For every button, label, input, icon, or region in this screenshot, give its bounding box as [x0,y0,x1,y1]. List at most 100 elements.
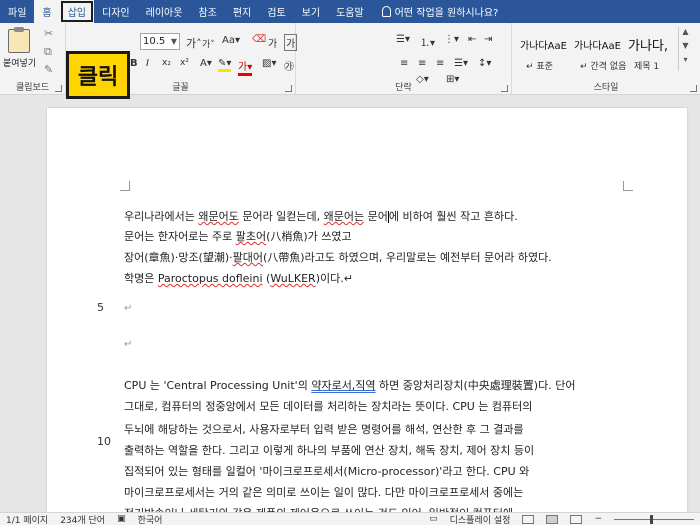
font-size-select[interactable]: 10.5 ▼ [140,33,180,50]
styles-group-label: 스타일 [593,83,619,93]
zoom-slider[interactable] [614,514,694,524]
document-line[interactable]: 문어는 한자어로는 주로 팔초어(八梢魚)가 쓰였고 [124,228,352,244]
paste-icon[interactable] [8,27,30,53]
chevron-up-icon[interactable]: ▲ [679,27,692,41]
styles-scroll[interactable]: ▲ ▼ ▾ [678,27,692,71]
paragraph-launcher-icon[interactable] [501,85,508,92]
document-line[interactable]: 우리나라에서는 왜문어도 문어라 일컫는데, 왜문어는 문어에 비하여 훨씬 작… [124,208,518,224]
line-number-10: 10 [97,435,111,448]
word-count[interactable]: 234개 단어 [54,513,111,525]
page-count[interactable]: 1/1 페이지 [0,513,54,525]
paste-button-label[interactable]: 붙여넣기 [3,56,36,69]
paragraph-group-label: 단락 [395,83,412,93]
document-line[interactable]: 학명은 Paroctopus dofleini (WuLKER)이다.↵ [124,270,353,286]
copy-icon[interactable]: ⧉ [44,45,52,59]
zoom-thumb[interactable] [650,514,653,524]
clipboard-launcher-icon[interactable] [55,85,62,92]
highlight-icon[interactable]: ✎▾ [218,58,232,72]
margin-corner-top-left [120,181,130,191]
tab-help[interactable]: 도움말 [328,0,372,23]
spelling-error-text: 왜문어는 [323,210,365,223]
format-painter-icon[interactable]: ✎ [44,63,53,76]
tab-references[interactable]: 참조 [190,0,224,23]
shrink-font-icon[interactable]: 가˅ [202,37,215,50]
document-line[interactable]: 출력하는 역할을 한다. 그리고 이렇게 하나의 부품에 연산 장치, 해독 장… [124,442,534,458]
decrease-indent-icon[interactable]: ⇤ [468,34,476,45]
document-text: (八帶魚)라고도 하였으며, 우리말로는 예전부터 문어라 하였다. [263,251,552,264]
bullets-icon[interactable]: ☰▾ [396,34,410,45]
print-layout-icon[interactable] [546,514,559,524]
style-no-spacing[interactable]: 가나다AaE ↵ 간격 없음 [574,29,628,79]
tab-view[interactable]: 보기 [294,0,328,23]
chevron-down-icon[interactable]: ▼ [679,41,692,55]
justify-icon[interactable]: ☰▾ [454,58,468,69]
tell-me-box[interactable]: 어떤 작업을 원하시나요? [372,0,499,23]
web-layout-icon[interactable] [570,514,583,524]
numbering-icon[interactable]: ⒈▾ [420,34,435,49]
language[interactable]: 한국어 [132,513,169,525]
document-text: 마이크로프로세서는 거의 같은 의미로 쓰이는 일이 많다. 다만 마이크로프로… [124,486,524,499]
paragraph-mark: ↵ [124,303,133,314]
document-line[interactable]: 두뇌에 해당하는 것으로서, 사용자로부터 입력 받은 명령어를 해석, 연산한… [124,421,524,437]
clear-format-icon[interactable]: ⌫ [252,34,266,45]
document-line[interactable]: 장어(章魚)·망조(望潮)·팔대어(八帶魚)라고도 하였으며, 우리말로는 예전… [124,249,552,265]
tab-file[interactable]: 파일 [0,0,34,23]
multilevel-icon[interactable]: ⋮▾ [444,34,459,45]
superscript-icon[interactable]: x² [180,58,189,68]
document-page[interactable]: 우리나라에서는 왜문어도 문어라 일컫는데, 왜문어는 문어에 비하여 훨씬 작… [47,108,687,512]
align-left-icon[interactable]: ≡ [400,58,408,69]
tab-layout[interactable]: 레이아웃 [138,0,191,23]
document-text: 문어는 한자어로는 주로 [124,230,236,243]
font-launcher-icon[interactable] [285,85,292,92]
align-right-icon[interactable]: ≡ [436,58,444,69]
text-effects-icon[interactable]: A▾ [200,58,212,69]
style-normal-sample: 가나다AaE [520,41,567,52]
document-line[interactable]: ↵ [124,303,132,314]
enclose-char-icon[interactable]: ㉮ [284,58,294,73]
spelling-error-text: 왜문어도 [198,210,239,223]
document-line[interactable]: ↵ [124,339,132,350]
tab-review[interactable]: 검토 [259,0,293,23]
tab-insert[interactable]: 삽입 [59,0,95,23]
subscript-icon[interactable]: x₂ [162,58,171,68]
phonetic-icon[interactable]: 가 [268,35,277,50]
tab-design[interactable]: 디자인 [94,0,138,23]
cut-icon[interactable]: ✂ [44,27,53,40]
read-mode-icon[interactable] [522,514,535,524]
document-line[interactable]: 마이크로프로세서는 거의 같은 의미로 쓰이는 일이 많다. 다만 마이크로프로… [124,484,523,500]
ribbon-tab-bar: 파일 홈 삽입 디자인 레이아웃 참조 편지 검토 보기 도움말 어떤 작업을 … [0,0,700,23]
increase-indent-icon[interactable]: ⇥ [484,34,492,45]
document-text: 문어라 일컫는데, [238,210,324,223]
italic-icon[interactable]: I [146,58,149,69]
document-line[interactable]: CPU 는 'Central Processing Unit'의 약자로서,직역… [124,377,575,393]
style-normal[interactable]: 가나다AaE ↵ 표준 [520,29,574,79]
change-case-icon[interactable]: Aa▾ [222,35,240,46]
align-center-icon[interactable]: ≡ [418,58,426,69]
spelling-error-text: 팔초어 [235,230,267,243]
bold-icon[interactable]: B [130,58,138,69]
document-text: 그대로, 컴퓨터의 정중앙에서 모든 데이터를 처리하는 장치라는 뜻이다. C… [124,400,533,413]
style-no-spacing-name: ↵ 간격 없음 [580,62,627,72]
grow-font-icon[interactable]: 가˄ [186,35,202,51]
document-line[interactable]: 전기밥솥이나 세탁기와 같은 제품의 제어용으로 쓰이는 것도 있어, 일반적인… [124,505,513,512]
document-area[interactable]: 우리나라에서는 왜문어도 문어라 일컫는데, 왜문어는 문어에 비하여 훨씬 작… [0,96,700,512]
document-text: (八梢魚)가 쓰였고 [266,230,352,243]
tab-mailings[interactable]: 편지 [225,0,259,23]
document-line[interactable]: 집적되어 있는 형태를 일컬어 '마이크로프로세서(Micro-processo… [124,463,529,479]
display-settings-icon[interactable]: ▭ [423,514,444,524]
document-line[interactable]: 그대로, 컴퓨터의 정중앙에서 모든 데이터를 처리하는 장치라는 뜻이다. C… [124,398,532,414]
tab-home[interactable]: 홈 [34,0,60,23]
lightbulb-icon [381,6,391,17]
zoom-out-icon[interactable]: − [588,514,608,524]
proofing-icon[interactable]: ▣ [111,514,132,524]
char-shading-icon[interactable]: ▨▾ [262,58,276,69]
display-settings[interactable]: 디스플레이 설정 [444,513,517,525]
style-heading-1-name: 제목 1 [634,62,660,72]
style-heading-1[interactable]: 가나다, 제목 1 [628,29,682,79]
styles-launcher-icon[interactable] [690,85,697,92]
document-text: 에 비하여 훨씬 작고 흔하다. [388,210,518,223]
line-spacing-icon[interactable]: ↕▾ [478,58,491,69]
font-color-icon[interactable]: 가▾ [238,58,253,76]
tell-me-text: 어떤 작업을 원하시나요? [394,8,499,19]
more-styles-icon[interactable]: ▾ [679,55,692,69]
